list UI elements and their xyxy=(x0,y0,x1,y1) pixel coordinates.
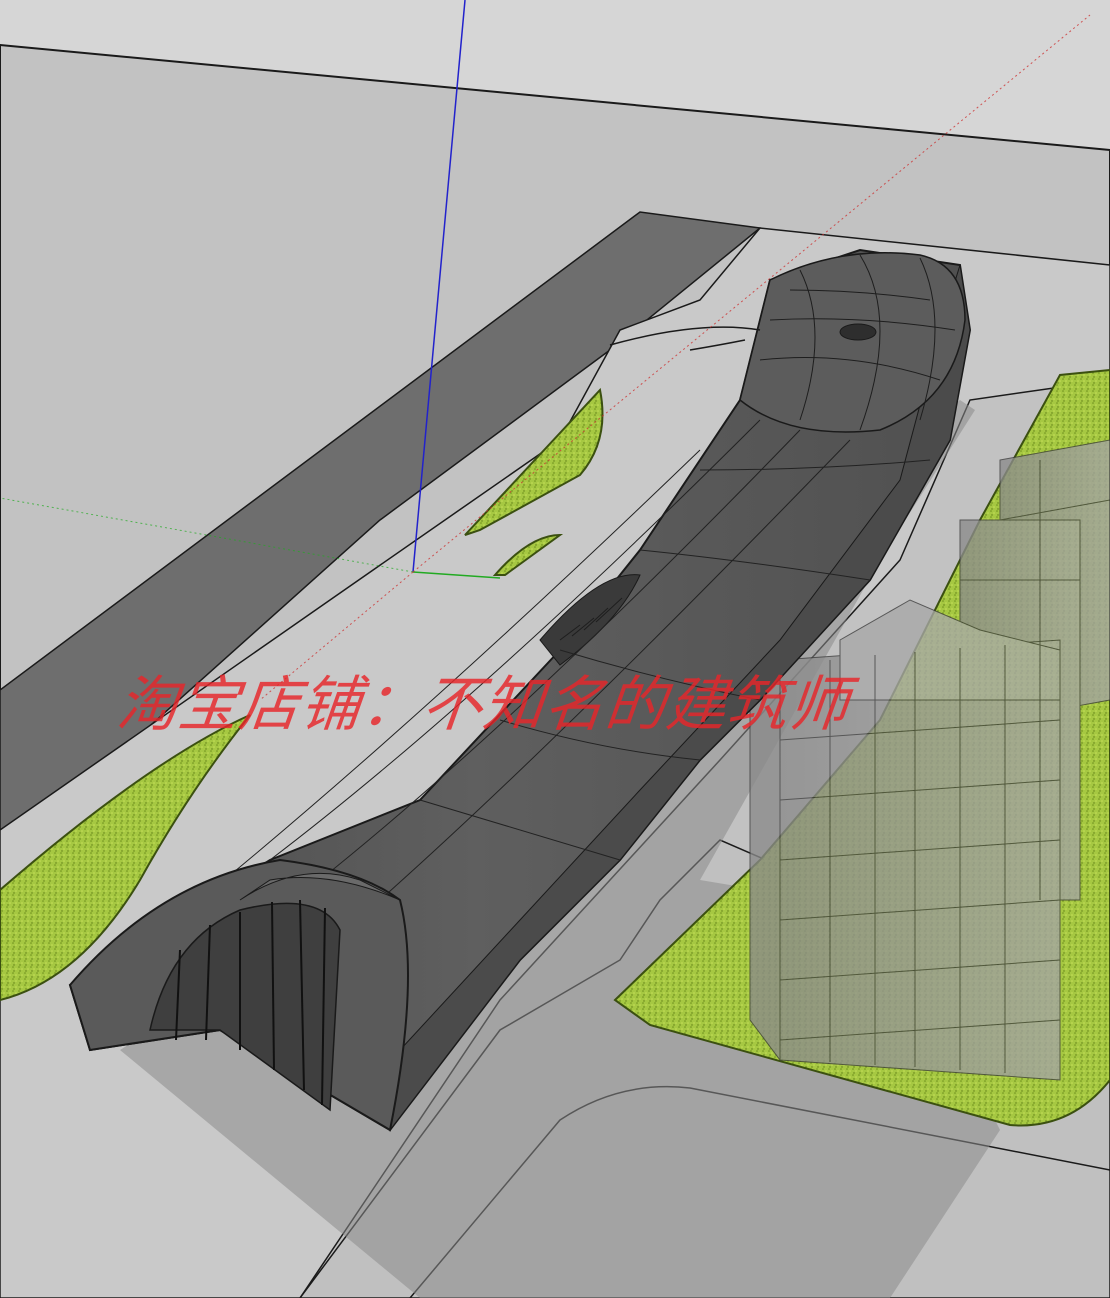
tower-front xyxy=(779,639,1061,1081)
head-opening xyxy=(839,323,877,341)
sketchup-viewport[interactable]: 淘宝店铺：不知名的建筑师 xyxy=(0,0,1110,1298)
tower-front-side xyxy=(749,658,781,1062)
model-view[interactable] xyxy=(0,0,1110,1298)
